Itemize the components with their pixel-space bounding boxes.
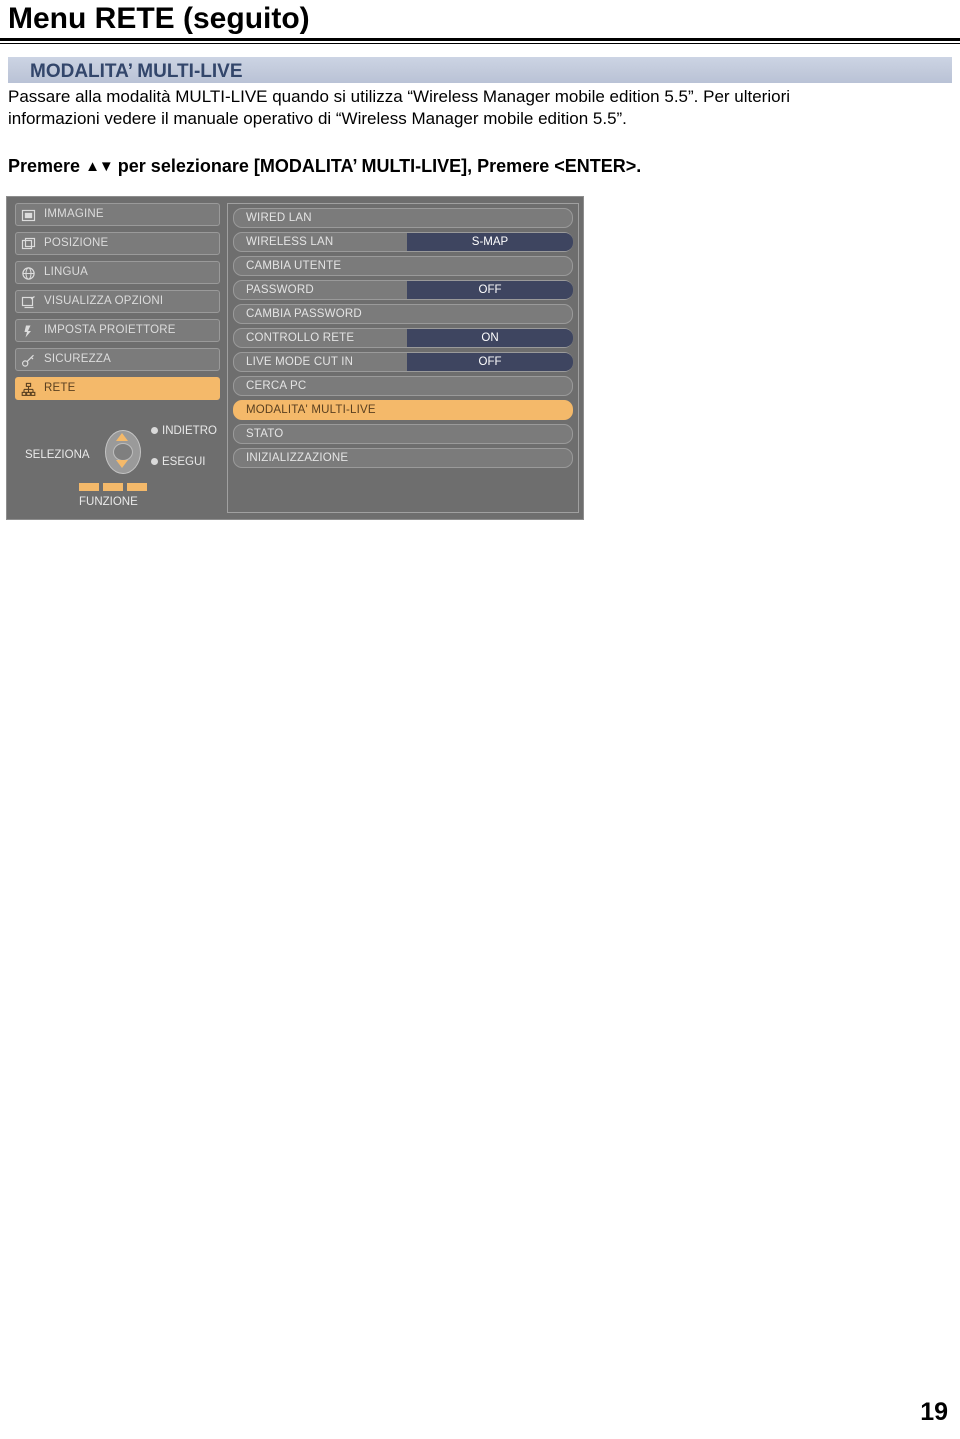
menu-item-label: RETE	[44, 382, 76, 394]
dpad-icon[interactable]	[101, 428, 143, 476]
osd-submenu-panel: WIRED LAN WIRELESS LAN S-MAP CAMBIA UTEN…	[227, 203, 579, 513]
menu-item-immagine[interactable]: IMMAGINE	[15, 203, 220, 226]
menu-item-label: SICUREZZA	[44, 353, 111, 365]
option-row-inizializzazione[interactable]: INIZIALIZZAZIONE	[233, 448, 573, 468]
option-row-live-mode-cut-in[interactable]: LIVE MODE CUT IN OFF	[233, 352, 573, 372]
option-label: WIRED LAN	[246, 212, 312, 224]
body-paragraph-line-1: Passare alla modalità MULTI-LIVE quando …	[8, 87, 791, 106]
instruction-prefix: Premere	[8, 156, 81, 176]
function-key-swatch-3-icon	[127, 483, 147, 491]
menu-item-rete[interactable]: RETE	[15, 377, 220, 400]
option-value-chip: OFF	[407, 281, 573, 299]
projector-setup-icon	[21, 324, 36, 339]
option-row-wired-lan[interactable]: WIRED LAN	[233, 208, 573, 228]
instruction-line: Premere ▲▼ per selezionare [MODALITA’ MU…	[8, 156, 641, 177]
page-number: 19	[920, 1398, 948, 1426]
option-label: WIRELESS LAN	[246, 236, 334, 248]
option-label: LIVE MODE CUT IN	[246, 356, 354, 368]
option-row-stato[interactable]: STATO	[233, 424, 573, 444]
menu-item-label: IMMAGINE	[44, 208, 104, 220]
arrow-up-icon	[116, 433, 128, 441]
select-legend-label: SELEZIONA	[25, 449, 90, 461]
option-row-cambia-utente[interactable]: CAMBIA UTENTE	[233, 256, 573, 276]
network-icon	[21, 382, 36, 397]
back-legend-label: INDIETRO	[162, 425, 217, 437]
dpad-center-button[interactable]	[113, 443, 133, 461]
option-value: S-MAP	[471, 236, 509, 248]
picture-icon	[21, 208, 36, 223]
option-value-chip: ON	[407, 329, 573, 347]
arrow-down-icon	[116, 460, 128, 468]
option-row-password[interactable]: PASSWORD OFF	[233, 280, 573, 300]
page-header: Menu RETE (seguito)	[0, 0, 960, 44]
osd-screenshot: IMMAGINE POSIZIONE LINGUA VISUALIZZA OPZ…	[6, 196, 584, 520]
menu-item-sicurezza[interactable]: SICUREZZA	[15, 348, 220, 371]
option-label: CAMBIA UTENTE	[246, 260, 342, 272]
option-label: STATO	[246, 428, 284, 440]
page-title: Menu RETE (seguito)	[8, 2, 310, 35]
position-icon	[21, 237, 36, 252]
osd-main-menu: IMMAGINE POSIZIONE LINGUA VISUALIZZA OPZ…	[15, 203, 220, 406]
section-heading-title: MODALITA’ MULTI-LIVE	[30, 61, 243, 82]
option-value-chip: OFF	[407, 353, 573, 371]
option-row-wireless-lan[interactable]: WIRELESS LAN S-MAP	[233, 232, 573, 252]
option-label: CERCA PC	[246, 380, 307, 392]
header-rule-thin	[0, 43, 960, 44]
enter-button-dot-icon	[151, 458, 158, 465]
menu-item-lingua[interactable]: LINGUA	[15, 261, 220, 284]
option-label: MODALITA' MULTI-LIVE	[246, 404, 376, 416]
display-options-icon	[21, 295, 36, 310]
option-row-controllo-rete[interactable]: CONTROLLO RETE ON	[233, 328, 573, 348]
option-label: PASSWORD	[246, 284, 314, 296]
menu-item-posizione[interactable]: POSIZIONE	[15, 232, 220, 255]
menu-item-visualizza-opzioni[interactable]: VISUALIZZA OPZIONI	[15, 290, 220, 313]
enter-legend-label: ESEGUI	[162, 456, 206, 468]
option-label: INIZIALIZZAZIONE	[246, 452, 349, 464]
option-row-cambia-password[interactable]: CAMBIA PASSWORD	[233, 304, 573, 324]
function-key-swatch-2-icon	[103, 483, 123, 491]
menu-item-label: IMPOSTA PROIETTORE	[44, 324, 176, 336]
option-value-chip: S-MAP	[407, 233, 573, 251]
menu-item-label: VISUALIZZA OPZIONI	[44, 295, 164, 307]
option-row-modalita-multi-live[interactable]: MODALITA' MULTI-LIVE	[233, 400, 573, 420]
option-value: OFF	[478, 284, 502, 296]
menu-item-label: POSIZIONE	[44, 237, 109, 249]
menu-item-imposta-proiettore[interactable]: IMPOSTA PROIETTORE	[15, 319, 220, 342]
up-down-arrows-icon: ▲▼	[85, 158, 114, 175]
option-value: OFF	[478, 356, 502, 368]
instruction-suffix: per selezionare [MODALITA’ MULTI-LIVE], …	[117, 156, 642, 176]
option-value: ON	[481, 332, 499, 344]
option-label: CAMBIA PASSWORD	[246, 308, 362, 320]
header-rule-thick	[0, 38, 960, 41]
globe-icon	[21, 266, 36, 281]
back-button-dot-icon	[151, 427, 158, 434]
option-row-cerca-pc[interactable]: CERCA PC	[233, 376, 573, 396]
function-keys-legend: FUNZIONE	[65, 483, 195, 515]
function-key-swatch-1-icon	[79, 483, 99, 491]
option-label: CONTROLLO RETE	[246, 332, 355, 344]
menu-item-label: LINGUA	[44, 266, 89, 278]
body-paragraph-line-2: informazioni vedere il manuale operativo…	[8, 109, 627, 128]
key-icon	[21, 353, 36, 368]
function-legend-label: FUNZIONE	[79, 496, 138, 508]
section-heading-bar: MODALITA’ MULTI-LIVE	[8, 57, 952, 83]
